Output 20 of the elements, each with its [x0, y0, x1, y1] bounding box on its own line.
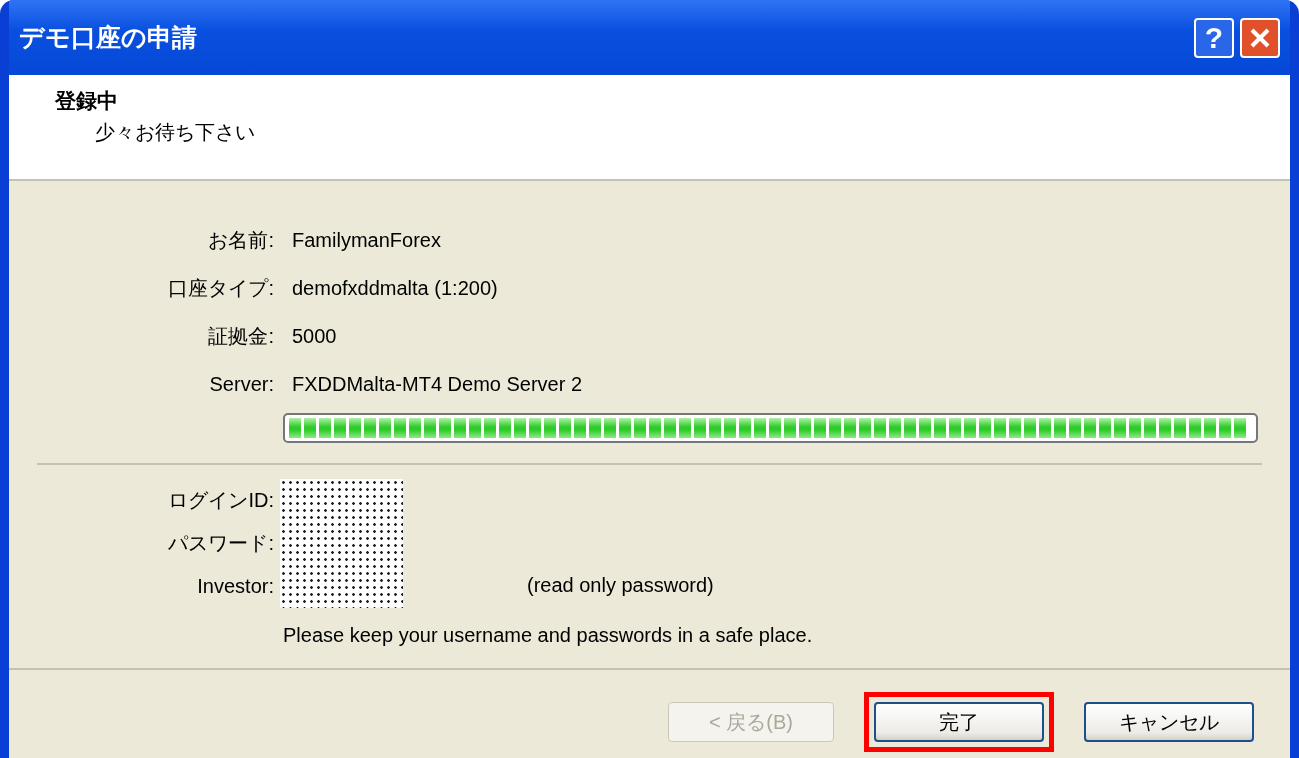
field-value: demofxddmalta (1:200) — [292, 276, 498, 301]
field-label: パスワード: — [167, 531, 274, 556]
dialog-button[interactable]: キャンセル — [1084, 702, 1254, 742]
dialog-button[interactable]: 完了 — [874, 702, 1044, 742]
field-value: 5000 — [292, 324, 337, 349]
window-title: デモ口座の申請 — [19, 21, 197, 53]
field-value: FamilymanForex — [292, 228, 441, 253]
field-label: 証拠金: — [207, 324, 274, 349]
close-button[interactable] — [1240, 17, 1280, 58]
field-label: Investor: — [196, 574, 274, 599]
field-label: 口座タイプ: — [167, 276, 274, 301]
field-value: FXDDMalta-MT4 Demo Server 2 — [292, 372, 583, 397]
help-button[interactable]: ? — [1194, 17, 1234, 58]
header-title: 登録中 — [55, 88, 119, 114]
field-label: ログインID: — [167, 488, 274, 513]
notice-text: Please keep your username and passwords in a safe place. — [283, 623, 814, 648]
investor-note: (read only password) — [527, 573, 714, 598]
header-subtitle: 少々お待ち下さい — [94, 119, 256, 145]
field-label: お名前: — [207, 228, 274, 253]
field-label: Server: — [208, 372, 274, 397]
